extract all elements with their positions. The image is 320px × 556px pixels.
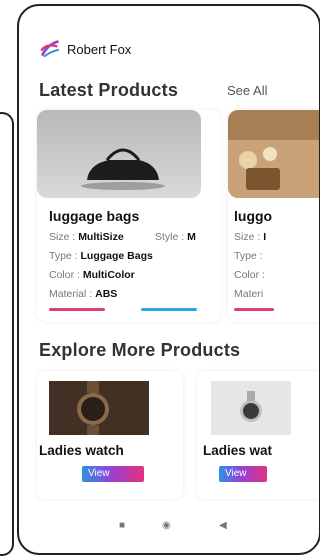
product-image (228, 110, 319, 198)
app-header: Robert Fox (39, 38, 131, 60)
product-material: Materi (234, 288, 264, 300)
home-icon[interactable]: ◉ (162, 520, 171, 531)
product-card[interactable]: luggo Size : I Type : Color : Materi (228, 110, 319, 322)
user-name: Robert Fox (67, 41, 132, 57)
product-style: Style : M (155, 231, 196, 243)
product-type: Type : (234, 250, 263, 262)
view-button[interactable]: View (82, 466, 144, 482)
luggage-image (228, 110, 319, 198)
latest-products-title: Latest Products (39, 80, 179, 100)
product-size: Size : I (234, 231, 267, 243)
accent-bar-blue (141, 308, 197, 311)
explore-product-card[interactable]: Ladies wat View (197, 371, 319, 499)
product-title: Ladies watch (39, 443, 124, 458)
watch-image (211, 381, 291, 435)
app-logo-icon (40, 40, 60, 58)
watch-image (49, 381, 149, 435)
luggage-bag-image (37, 110, 201, 198)
product-color: Color : (234, 269, 265, 281)
accent-bar-pink (234, 308, 274, 311)
back-icon[interactable]: ◀ (219, 520, 227, 531)
accent-bar-pink (49, 308, 105, 311)
product-title: luggage bags (49, 208, 140, 224)
product-title: luggo (234, 208, 273, 224)
view-button[interactable]: View (219, 466, 267, 482)
product-size: Size : MultiSize (49, 231, 124, 243)
product-title: Ladies wat (203, 443, 273, 458)
product-card[interactable]: luggage bags Size : MultiSize Style : M … (37, 110, 221, 322)
background-phone-frame (0, 112, 14, 556)
explore-more-title: Explore More Products (39, 340, 241, 360)
product-image (37, 110, 201, 198)
system-nav-bar: ■ ◉ ◀ (19, 516, 319, 536)
phone-frame: Robert Fox Latest Products See All lugga… (17, 4, 320, 555)
see-all-link[interactable]: See All (227, 83, 267, 98)
product-color: Color : MultiColor (49, 269, 135, 281)
recent-apps-icon[interactable]: ■ (119, 520, 125, 531)
product-type: Type : Luggage Bags (49, 250, 153, 262)
product-material: Material : ABS (49, 288, 118, 300)
explore-product-card[interactable]: Ladies watch View (37, 371, 183, 499)
